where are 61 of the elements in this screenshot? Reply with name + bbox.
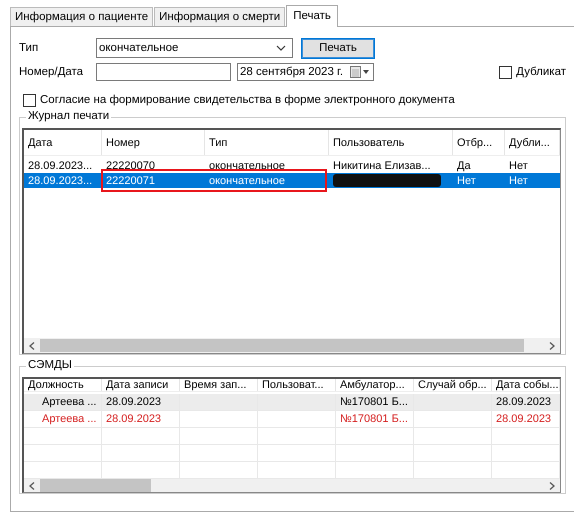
column-header[interactable]: Тип xyxy=(205,130,329,155)
scroll-thumb[interactable] xyxy=(40,479,151,492)
column-header[interactable]: Должность xyxy=(24,379,102,391)
column-header[interactable]: Отбр... xyxy=(453,130,505,155)
scroll-right-icon[interactable] xyxy=(549,342,555,350)
column-header[interactable]: Время зап... xyxy=(180,379,258,391)
type-dropdown[interactable]: окончательное xyxy=(96,38,293,58)
date-picker[interactable]: 28 сентября 2023 г. xyxy=(237,63,374,81)
table-cell: 28.09.2023 xyxy=(496,413,552,425)
table-cell: 22220071 xyxy=(106,174,155,186)
table-cell: Нет xyxy=(509,174,528,186)
column-header[interactable]: Дата собы... xyxy=(492,379,560,391)
column-header[interactable]: Дата записи xyxy=(102,379,180,391)
table-cell: Нет xyxy=(509,160,528,172)
column-header[interactable]: Случай обр... xyxy=(414,379,492,391)
table-cell: Артеева ... xyxy=(42,396,96,408)
tab[interactable]: Информация о смерти xyxy=(154,7,286,26)
column-header[interactable]: Пользователь xyxy=(329,130,453,155)
table-cell: Нет xyxy=(457,174,476,186)
scroll-left-icon[interactable] xyxy=(29,342,35,350)
number-field[interactable] xyxy=(96,63,231,81)
column-header[interactable]: Амбулатор... xyxy=(336,379,414,391)
table-cell: Никитина Елизав... xyxy=(333,160,431,172)
table-cell: Артеева ... xyxy=(42,413,96,425)
column-header[interactable]: Дата xyxy=(24,130,102,155)
table-cell: 22220070 xyxy=(106,160,155,172)
checkbox-label: Дубликат xyxy=(516,66,566,78)
field-label: Номер/Дата xyxy=(19,66,84,78)
group-title: Журнал печати xyxy=(26,110,112,122)
table-cell: №170801 Б... xyxy=(340,413,408,425)
column-header[interactable]: Дубли... xyxy=(505,130,560,155)
table-cell: №170801 Б... xyxy=(340,396,408,408)
table-cell: Да xyxy=(457,160,471,172)
horizontal-scrollbar[interactable] xyxy=(24,338,560,353)
calendar-dropdown-icon xyxy=(350,66,370,78)
table-cell: окончательное xyxy=(209,160,285,172)
horizontal-scrollbar[interactable] xyxy=(24,479,560,492)
table-cell: 28.09.2023 xyxy=(106,413,162,425)
scroll-left-icon[interactable] xyxy=(29,482,35,490)
table-row[interactable]: Артеева ... 28.09.2023 №170801 Б... 28.09.2023 xyxy=(24,394,560,411)
table-cell: 28.09.2023 xyxy=(106,396,162,408)
table-cell: 28.09.2023... xyxy=(28,174,92,186)
chevron-icon xyxy=(276,45,286,51)
print-button[interactable]: Печать xyxy=(301,38,375,58)
column-header[interactable]: Номер xyxy=(102,130,205,155)
checkbox-label: Согласие на формирование свидетельства в форме электронного документа xyxy=(40,94,455,106)
group-title: СЭМДЫ xyxy=(26,359,74,371)
scroll-right-icon[interactable] xyxy=(549,482,555,490)
tab[interactable]: Информация о пациенте xyxy=(10,7,154,26)
checkbox[interactable] xyxy=(499,66,512,78)
table-cell: 28.09.2023... xyxy=(28,160,92,172)
table-cell: 28.09.2023 xyxy=(496,396,552,408)
field-label: Тип xyxy=(19,42,40,54)
table-row[interactable]: 28.09.2023... 22220071 окончательное Нет Нет xyxy=(24,173,560,188)
scroll-thumb[interactable] xyxy=(40,339,524,352)
checkbox[interactable] xyxy=(23,94,36,106)
table-row[interactable]: 28.09.2023... 22220070 окончательное Никитина Елизав... Да Нет xyxy=(24,158,560,173)
table-cell: окончательное xyxy=(209,174,285,186)
table-row[interactable]: Артеева ... 28.09.2023 №170801 Б... 28.09.2023 xyxy=(24,411,560,428)
column-header[interactable]: Пользоват... xyxy=(258,379,336,391)
tab[interactable]: Печать xyxy=(286,5,338,27)
